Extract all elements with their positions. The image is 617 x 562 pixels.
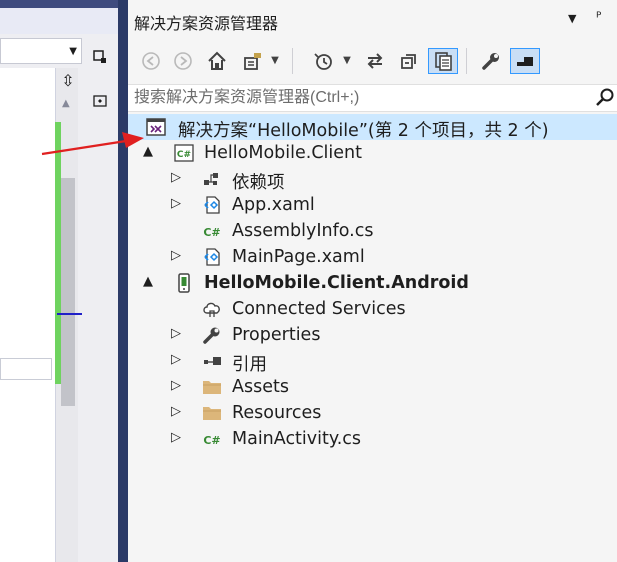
switch-views-dropdown-icon[interactable]: ▼ — [268, 48, 282, 74]
csharp-file-icon: C# — [202, 429, 222, 449]
tree-item[interactable]: Connected Services — [128, 296, 617, 322]
tree-item[interactable]: 解决方案“HelloMobile”(第 2 个项目，共 2 个) — [128, 114, 617, 141]
split-window-icon[interactable]: ⇳ — [60, 72, 76, 90]
expand-arrow-icon[interactable]: ▷ — [170, 326, 182, 341]
tree-item[interactable]: ▷ 依赖项 — [128, 166, 617, 193]
tree-item[interactable]: ▷ 引用 — [128, 348, 617, 375]
solution-tree: 解决方案“HelloMobile”(第 2 个项目，共 2 个) ▲ C# Hello… — [128, 114, 617, 562]
tree-item-label: MainActivity.cs — [232, 429, 362, 449]
dock-window-icon[interactable] — [91, 50, 109, 68]
tree-item[interactable]: ▲ C# HelloMobile.Client — [128, 140, 617, 166]
folder-icon — [202, 377, 222, 397]
forward-icon[interactable] — [170, 48, 196, 74]
preview-icon[interactable] — [510, 48, 540, 74]
home-icon[interactable] — [204, 48, 230, 74]
expand-arrow-icon[interactable]: ▷ — [170, 352, 182, 367]
annotation-arrow-icon — [41, 132, 144, 156]
solution-explorer-panel: 解决方案资源管理器 ▼ ᴾ ▼ ▼ 搜索解决方案资源管理器(Ctrl+;) 解决… — [128, 0, 617, 562]
solution-explorer-toolbar: ▼ ▼ — [128, 40, 617, 82]
tree-item[interactable]: ▲ HelloMobile.Client.Android — [128, 270, 617, 296]
tree-item-label: 解决方案“HelloMobile”(第 2 个项目，共 2 个) — [178, 121, 549, 141]
tree-item[interactable]: ▷ Resources — [128, 400, 617, 426]
window-frame-top — [0, 0, 118, 8]
change-tracking-margin — [55, 122, 61, 384]
tree-item-label: Assets — [232, 377, 289, 397]
back-icon[interactable] — [138, 48, 164, 74]
history-dropdown-icon[interactable]: ▼ — [340, 48, 354, 74]
tree-item-label: AssemblyInfo.cs — [232, 221, 374, 241]
tree-item-label: HelloMobile.Client.Android — [204, 273, 469, 293]
tree-item-label: 依赖项 — [232, 173, 285, 193]
tree-item-label: HelloMobile.Client — [204, 143, 362, 163]
wrench-icon — [202, 325, 222, 345]
xaml-icon — [202, 247, 222, 267]
tree-item-label: 引用 — [232, 355, 267, 375]
history-icon[interactable] — [310, 48, 336, 74]
scroll-up-icon[interactable]: ▲ — [62, 98, 70, 109]
collapse-all-icon[interactable] — [396, 48, 422, 74]
search-input[interactable] — [134, 88, 574, 108]
collapse-arrow-icon[interactable]: ▲ — [142, 274, 154, 289]
expand-arrow-icon[interactable]: ▷ — [170, 196, 182, 211]
tree-item-label: Properties — [232, 325, 321, 345]
caret-position-marker — [57, 313, 82, 315]
wrench-icon[interactable] — [478, 48, 504, 74]
tree-item[interactable]: C# AssemblyInfo.cs — [128, 218, 617, 244]
tree-item[interactable]: ▷ App.xaml — [128, 192, 617, 218]
expand-arrow-icon[interactable]: ▷ — [170, 378, 182, 393]
editor-inline-box — [0, 358, 52, 380]
tree-item-label: Connected Services — [232, 299, 406, 319]
navigation-dropdown[interactable]: ▼ — [0, 38, 82, 64]
expand-arrow-icon[interactable]: ▷ — [170, 248, 182, 263]
switch-views-icon[interactable] — [240, 48, 266, 74]
panel-title-bar: 解决方案资源管理器 ▼ ᴾ — [128, 0, 617, 40]
svg-text:C#: C# — [203, 226, 220, 239]
sync-icon[interactable] — [362, 48, 388, 74]
toolbox-icon[interactable] — [91, 94, 109, 112]
references-icon — [202, 351, 222, 371]
search-icon[interactable] — [595, 87, 615, 112]
expand-arrow-icon[interactable]: ▷ — [170, 170, 182, 185]
expand-arrow-icon[interactable]: ▷ — [170, 404, 182, 419]
android-project-icon — [174, 273, 194, 293]
svg-text:C#: C# — [177, 150, 191, 160]
tree-item-label: App.xaml — [232, 195, 315, 215]
expand-arrow-icon[interactable]: ▷ — [170, 430, 182, 445]
chevron-down-icon: ▼ — [69, 46, 77, 57]
tree-item[interactable]: ▷ MainPage.xaml — [128, 244, 617, 270]
show-all-files-icon[interactable] — [428, 48, 458, 74]
scrollbar-thumb[interactable] — [61, 178, 75, 406]
svg-text:C#: C# — [203, 434, 220, 447]
panel-title: 解决方案资源管理器 — [134, 14, 279, 33]
toolbar-separator — [292, 48, 293, 74]
pin-icon[interactable]: ᴾ — [596, 10, 601, 26]
search-box[interactable] — [128, 84, 617, 112]
xaml-icon — [202, 195, 222, 215]
window-frame-divider — [118, 0, 128, 562]
csharp-project-icon: C# — [174, 143, 194, 163]
dependencies-icon — [202, 169, 222, 189]
tree-item-label: Resources — [232, 403, 322, 423]
tree-item-label: MainPage.xaml — [232, 247, 365, 267]
tree-item[interactable]: ▷ C# MainActivity.cs — [128, 426, 617, 452]
tree-item[interactable]: ▷ Assets — [128, 374, 617, 400]
folder-icon — [202, 403, 222, 423]
side-tool-strip — [82, 34, 118, 562]
csharp-file-icon: C# — [202, 221, 222, 241]
tree-item[interactable]: ▷ Properties — [128, 322, 617, 348]
connected-services-icon — [202, 299, 222, 319]
window-position-menu-icon[interactable]: ▼ — [568, 12, 576, 25]
toolbar-separator — [466, 48, 467, 74]
